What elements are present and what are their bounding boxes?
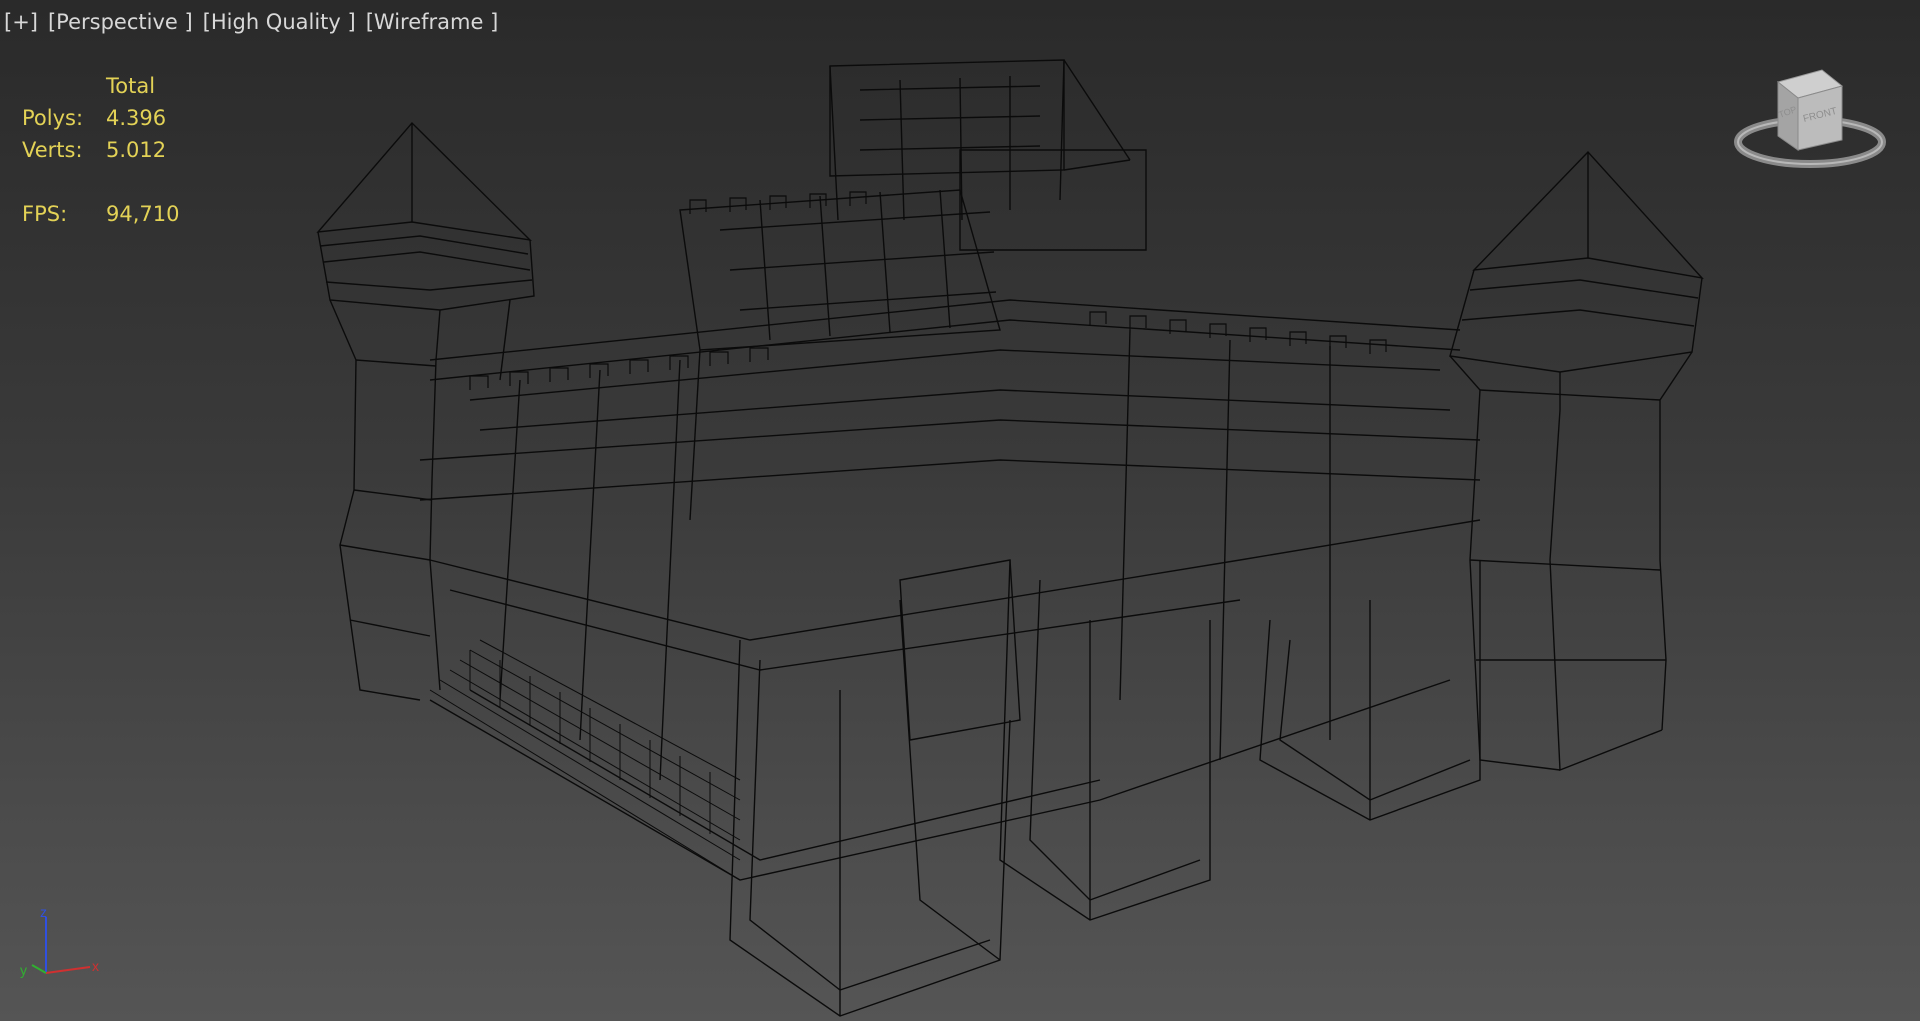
viewport-menu-point-of-view[interactable]: [Perspective ]	[48, 10, 193, 36]
stats-header-spacer	[22, 70, 106, 102]
stats-verts-row: Verts: 5.012	[22, 134, 179, 166]
viewcube[interactable]: TOP FRONT	[1730, 60, 1890, 180]
axis-x-label: x	[92, 958, 99, 974]
viewport-labels: [+] [Perspective ] [High Quality ] [Wire…	[4, 10, 498, 36]
perspective-viewport[interactable]: [+] [Perspective ] [High Quality ] [Wire…	[0, 0, 1920, 1021]
stats-polys-row: Polys: 4.396	[22, 102, 179, 134]
statistics-overlay: Total Polys: 4.396 Verts: 5.012 FPS: 94,…	[22, 70, 179, 230]
central-keep	[679, 59, 1147, 521]
axis-tripod: z x y	[20, 905, 99, 978]
front-gate-towers	[729, 559, 1481, 1017]
fps-value: 94,710	[106, 202, 180, 226]
viewport-menu-display-mode[interactable]: [Wireframe ]	[366, 10, 499, 36]
axis-y-label: y	[20, 962, 27, 978]
fps-label: FPS:	[22, 202, 68, 226]
stats-header-row: Total	[22, 70, 179, 102]
verts-label: Verts:	[22, 138, 83, 162]
right-tower	[1449, 150, 1704, 772]
stats-header: Total	[106, 74, 156, 98]
axis-z-label: z	[40, 905, 47, 920]
viewport-menu-shading-quality[interactable]: [High Quality ]	[203, 10, 356, 36]
polys-value: 4.396	[106, 106, 167, 130]
front-left-wall-grid	[429, 639, 741, 881]
stats-fps-row: FPS: 94,710	[22, 198, 179, 230]
left-tower	[316, 121, 535, 701]
axis-x-line	[45, 966, 91, 974]
castle-wireframe-model[interactable]	[0, 0, 1920, 1021]
verts-value: 5.012	[106, 138, 167, 162]
polys-label: Polys:	[22, 106, 84, 130]
stats-spacer	[22, 166, 179, 198]
axis-y-line	[31, 964, 47, 974]
viewport-menu-plus[interactable]: [+]	[4, 10, 38, 36]
crenellations	[469, 191, 1387, 390]
